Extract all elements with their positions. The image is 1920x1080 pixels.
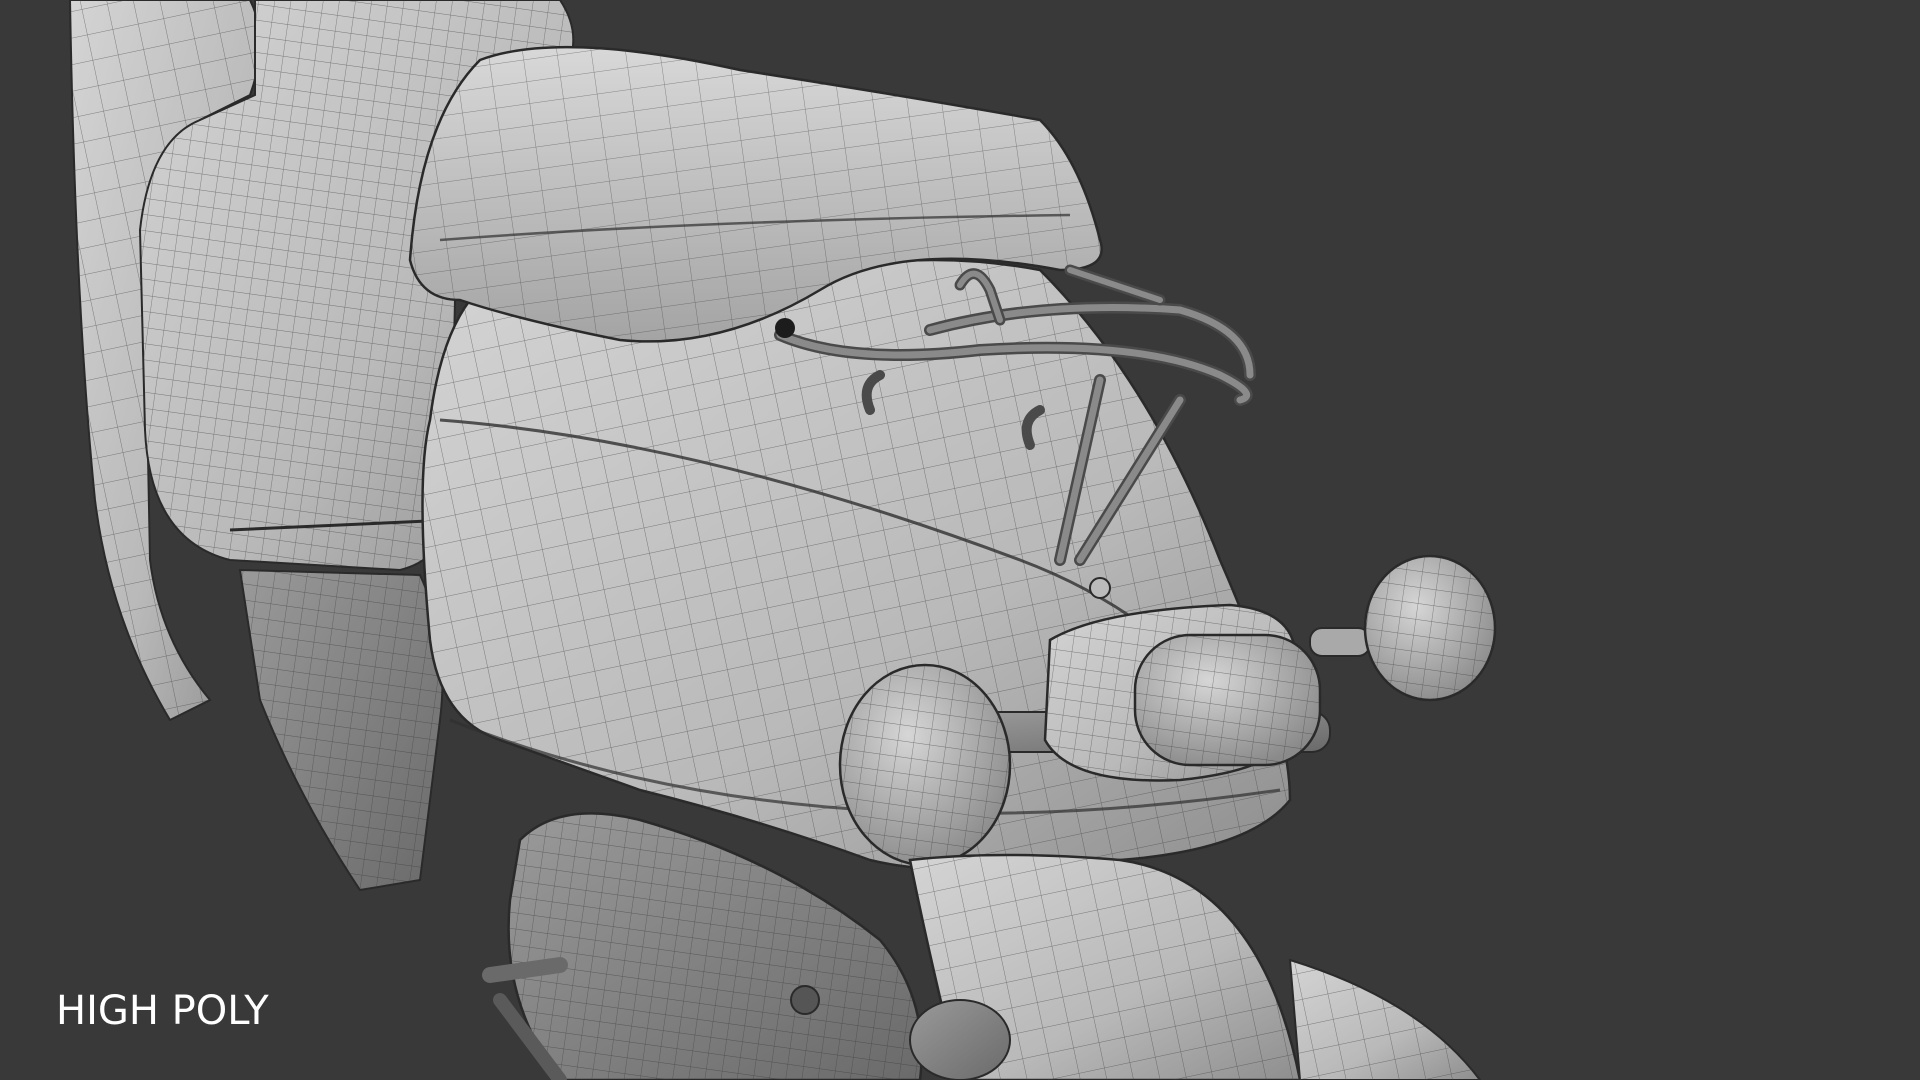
3d-viewport: HIGH POLY (0, 0, 1920, 1080)
scooter-wireframe-render (68, 0, 1497, 1080)
rack-bolt (775, 318, 795, 338)
turn-signal-right (1363, 554, 1497, 702)
floorboard (238, 568, 444, 892)
render-caption: HIGH POLY (56, 988, 269, 1034)
turn-signal-left (838, 663, 1012, 867)
lower-right-panel (1288, 958, 1482, 1080)
plate-bolt (1089, 577, 1111, 599)
